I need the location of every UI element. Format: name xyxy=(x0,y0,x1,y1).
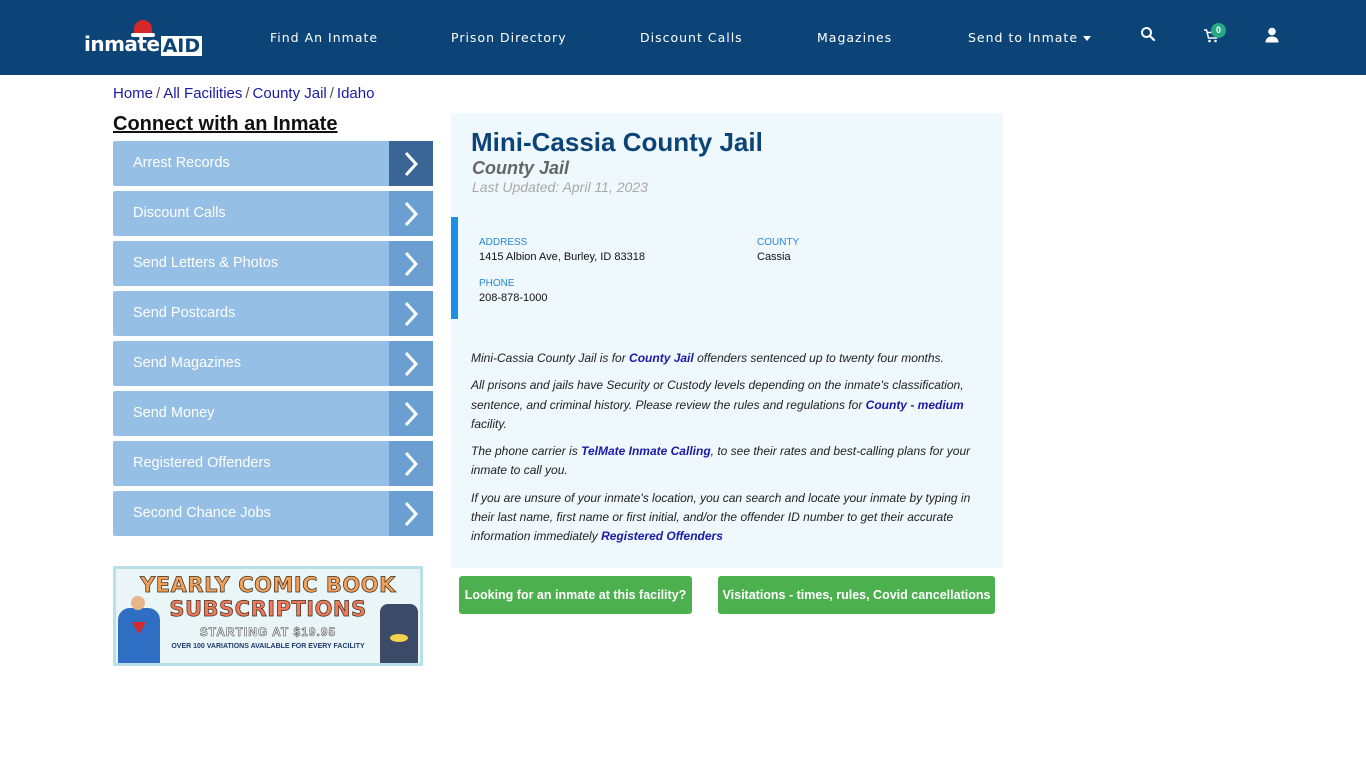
sidebar-item-send-postcards[interactable]: Send Postcards xyxy=(113,291,433,336)
description-paragraph: If you are unsure of your inmate's locat… xyxy=(471,489,986,547)
breadcrumb: Home / All Facilities / County Jail / Idaho xyxy=(113,85,374,102)
county-value: Cassia xyxy=(757,251,791,263)
ad-headline-1: YEARLY COMIC BOOK xyxy=(140,573,396,598)
nav-find-an-inmate[interactable]: Find An Inmate xyxy=(270,30,378,45)
county-jail-link[interactable]: County Jail xyxy=(629,351,694,365)
cart-count-badge: 0 xyxy=(1211,23,1226,38)
chevron-right-icon xyxy=(389,491,433,536)
sidebar-item-registered-offenders[interactable]: Registered Offenders xyxy=(113,441,433,486)
chevron-right-icon xyxy=(389,341,433,386)
sidebar-item-arrest-records[interactable]: Arrest Records xyxy=(113,141,433,186)
sidebar-item-label: Send Money xyxy=(133,405,215,421)
chevron-right-icon xyxy=(389,391,433,436)
facility-name: Mini-Cassia County Jail xyxy=(471,127,763,157)
sidebar-menu: Arrest Records Discount Calls Send Lette… xyxy=(113,141,433,541)
inmateaid-logo[interactable]: inmate AID xyxy=(84,20,203,57)
find-inmate-at-facility-button[interactable]: Looking for an inmate at this facility? xyxy=(459,576,692,614)
sidebar-item-discount-calls[interactable]: Discount Calls xyxy=(113,191,433,236)
text: facility. xyxy=(471,416,507,431)
breadcrumb-county-jail[interactable]: County Jail xyxy=(253,85,327,102)
sidebar-item-label: Send Magazines xyxy=(133,355,242,371)
chevron-right-icon xyxy=(389,241,433,286)
county-medium-link[interactable]: County - medium xyxy=(866,398,964,412)
sidebar-item-second-chance-jobs[interactable]: Second Chance Jobs xyxy=(113,491,433,536)
user-icon[interactable] xyxy=(1265,27,1285,47)
registered-offenders-link[interactable]: Registered Offenders xyxy=(601,529,723,543)
chevron-right-icon xyxy=(389,191,433,236)
address-value: 1415 Albion Ave, Burley, ID 83318 xyxy=(479,251,645,263)
search-icon[interactable] xyxy=(1140,26,1160,46)
chevron-right-icon xyxy=(389,441,433,486)
logo-text-accent: AID xyxy=(160,35,203,57)
sidebar-item-send-letters-photos[interactable]: Send Letters & Photos xyxy=(113,241,433,286)
address-label: ADDRESS xyxy=(479,237,528,248)
sidebar-item-label: Second Chance Jobs xyxy=(133,505,271,521)
sidebar-item-label: Discount Calls xyxy=(133,205,226,221)
top-navbar: inmate AID Find An Inmate Prison Director… xyxy=(0,0,1366,75)
sidebar-item-send-magazines[interactable]: Send Magazines xyxy=(113,341,433,386)
sidebar-item-send-money[interactable]: Send Money xyxy=(113,391,433,436)
sidebar-item-label: Send Letters & Photos xyxy=(133,255,279,271)
sidebar-item-label: Send Postcards xyxy=(133,305,236,321)
county-label: COUNTY xyxy=(757,237,800,248)
connect-with-inmate-heading: Connect with an Inmate xyxy=(113,113,338,135)
chevron-right-icon xyxy=(389,291,433,336)
chevron-right-icon xyxy=(389,141,433,186)
breadcrumb-idaho[interactable]: Idaho xyxy=(337,85,375,102)
visitations-button[interactable]: Visitations - times, rules, Covid cancel… xyxy=(718,576,995,614)
santa-hat-icon xyxy=(131,20,155,37)
breadcrumb-separator: / xyxy=(329,85,334,102)
nav-prison-directory[interactable]: Prison Directory xyxy=(451,30,567,45)
phone-label: PHONE xyxy=(479,278,515,289)
text: Mini-Cassia County Jail is for xyxy=(471,351,630,365)
facility-description: Mini-Cassia County Jail is for County Ja… xyxy=(471,349,986,555)
text: offenders sentenced up to twenty four mo… xyxy=(693,351,944,365)
caret-down-icon xyxy=(1083,36,1092,41)
nav-discount-calls[interactable]: Discount Calls xyxy=(640,30,743,45)
last-updated: Last Updated: April 11, 2023 xyxy=(472,179,648,195)
breadcrumb-all-facilities[interactable]: All Facilities xyxy=(163,85,242,102)
nav-magazines[interactable]: Magazines xyxy=(817,30,892,45)
facility-panel: Mini-Cassia County Jail County Jail Last… xyxy=(451,113,1003,568)
text: The phone carrier is xyxy=(471,444,582,459)
description-paragraph: All prisons and jails have Security or C… xyxy=(471,376,986,434)
ad-price: STARTING AT $19.95 xyxy=(199,625,337,640)
ad-tagline: OVER 100 VARIATIONS AVAILABLE FOR EVERY … xyxy=(171,643,365,650)
sidebar-item-label: Arrest Records xyxy=(133,155,230,171)
description-paragraph: Mini-Cassia County Jail is for County Ja… xyxy=(471,349,986,368)
comic-subscription-ad-banner[interactable]: YEARLY COMIC BOOK SUBSCRIPTIONS STARTING… xyxy=(113,566,423,666)
telmate-link[interactable]: TelMate Inmate Calling xyxy=(581,444,711,458)
breadcrumb-home[interactable]: Home xyxy=(113,85,153,102)
sidebar-item-label: Registered Offenders xyxy=(133,455,271,471)
facility-type: County Jail xyxy=(472,158,570,178)
breadcrumb-separator: / xyxy=(245,85,250,102)
ad-headline-2: SUBSCRIPTIONS xyxy=(169,597,367,622)
breadcrumb-separator: / xyxy=(156,85,161,102)
phone-value[interactable]: 208-878-1000 xyxy=(479,292,548,304)
description-paragraph: The phone carrier is TelMate Inmate Call… xyxy=(471,442,986,481)
nav-send-to-inmate-label: Send to Inmate xyxy=(968,30,1079,45)
facility-info-box: ADDRESS 1415 Albion Ave, Burley, ID 8331… xyxy=(451,217,1003,319)
nav-send-to-inmate[interactable]: Send to Inmate xyxy=(968,30,1092,45)
